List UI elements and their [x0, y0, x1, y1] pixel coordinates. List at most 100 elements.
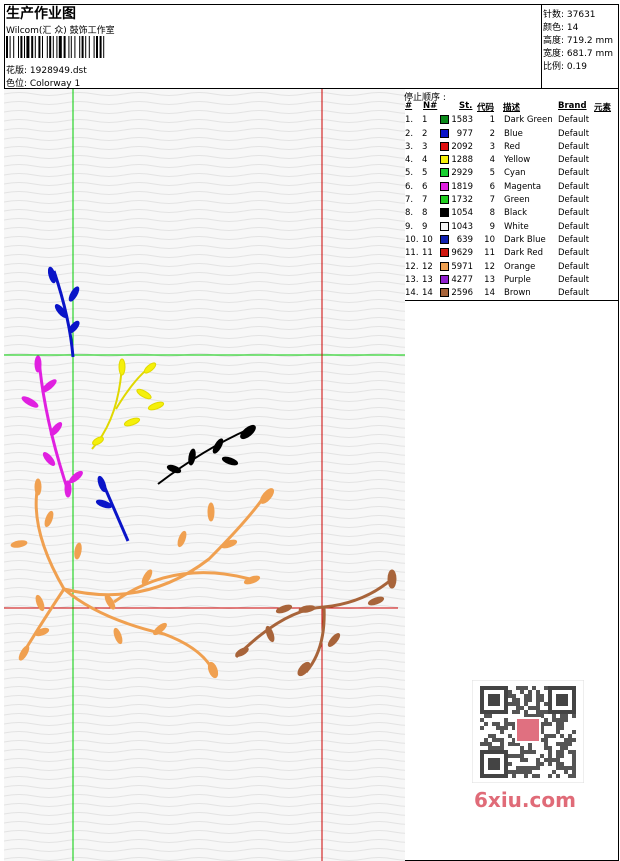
- row-brand: Default: [558, 168, 590, 179]
- qr-module: [520, 690, 524, 694]
- qr-module: [520, 758, 524, 762]
- qr-module: [548, 734, 552, 738]
- qr-module: [488, 746, 492, 750]
- color-swatch: [440, 248, 449, 258]
- row-stitches: 5971: [451, 261, 473, 272]
- row-no: 14.: [405, 288, 419, 299]
- color-swatch: [440, 168, 449, 178]
- qr-module: [568, 750, 572, 754]
- qr-module: [536, 762, 540, 766]
- design-height: 高度: 719.2 mm: [543, 36, 614, 46]
- qr-module: [524, 758, 528, 762]
- row-no: 7.: [405, 195, 414, 206]
- qr-module: [528, 750, 532, 754]
- qr-module: [500, 738, 504, 742]
- qr-module: [548, 754, 552, 758]
- row-stitches: 4277: [451, 274, 473, 285]
- color-swatch: [440, 141, 449, 151]
- barcode-bar: [85, 36, 87, 58]
- row-stitches: 9629: [451, 248, 473, 259]
- qr-module: [516, 766, 520, 770]
- qr-module: [524, 698, 528, 702]
- table-row: 5. 5 2929 5 Cyan Default: [404, 167, 618, 180]
- design-width: 宽度: 681.7 mm: [543, 49, 614, 59]
- qr-module: [568, 742, 572, 746]
- row-stitches: 977: [456, 128, 473, 139]
- row-desc: Black: [504, 208, 527, 219]
- color-swatch: [440, 208, 449, 218]
- row-brand: Default: [558, 208, 590, 219]
- qr-module: [484, 714, 488, 718]
- qr-module: [492, 734, 496, 738]
- qr-module: [520, 686, 524, 690]
- row-stitches: 1583: [451, 115, 473, 126]
- qr-module: [512, 770, 516, 774]
- table-row: 13. 13 4277 13 Purple Default: [404, 274, 618, 287]
- qr-module: [496, 722, 500, 726]
- qr-module: [488, 742, 492, 746]
- qr-module: [572, 774, 576, 778]
- color-swatch: [440, 195, 449, 205]
- row-stitches: 639: [456, 234, 473, 245]
- qr-module: [560, 742, 564, 746]
- qr-module: [516, 754, 520, 758]
- qr-module: [532, 750, 536, 754]
- barcode-bar: [31, 36, 34, 58]
- row-stitches: 2929: [451, 168, 473, 179]
- qr-module: [564, 742, 568, 746]
- row-desc: Green: [504, 195, 530, 206]
- barcode-bar: [74, 36, 76, 58]
- qr-module: [552, 734, 556, 738]
- qr-module: [572, 730, 576, 734]
- seal-logo: [515, 717, 541, 743]
- row-code: 8: [489, 208, 495, 219]
- row-code: 7: [489, 195, 495, 206]
- qr-module: [508, 734, 512, 738]
- qr-module: [532, 686, 536, 690]
- table-row: 8. 8 1054 8 Black Default: [404, 207, 618, 220]
- row-no: 9.: [405, 221, 414, 232]
- qr-module: [516, 698, 520, 702]
- qr-module: [480, 726, 484, 730]
- barcode-bar: [63, 36, 66, 58]
- row-brand: Default: [558, 115, 590, 126]
- qr-module: [556, 718, 560, 722]
- color-swatch: [440, 261, 449, 271]
- barcode-bar: [99, 36, 102, 58]
- qr-module: [512, 710, 516, 714]
- row-code: 3: [489, 141, 495, 152]
- qr-module: [512, 754, 516, 758]
- qr-module: [564, 718, 568, 722]
- row-needle: 6: [422, 181, 428, 192]
- qr-code-watermark: [472, 680, 584, 783]
- row-code: 1: [489, 115, 495, 126]
- row-needle: 11: [422, 248, 433, 259]
- qr-module: [548, 722, 552, 726]
- qr-module: [528, 746, 532, 750]
- table-row: 4. 4 1288 4 Yellow Default: [404, 154, 618, 167]
- qr-module: [552, 714, 556, 718]
- qr-module: [572, 762, 576, 766]
- qr-module: [560, 718, 564, 722]
- qr-module: [556, 750, 560, 754]
- row-code: 2: [489, 128, 495, 139]
- qr-module: [560, 766, 564, 770]
- row-needle: 3: [422, 141, 428, 152]
- qr-module: [528, 770, 532, 774]
- row-desc: Cyan: [504, 168, 526, 179]
- barcode-bar: [81, 36, 84, 58]
- qr-module: [484, 742, 488, 746]
- qr-module: [544, 702, 548, 706]
- qr-module: [488, 734, 492, 738]
- qr-module: [552, 718, 556, 722]
- barcode-bar: [34, 36, 36, 58]
- design-canvas[interactable]: [4, 89, 405, 861]
- qr-module: [548, 774, 552, 778]
- design-file: 花版: 1928949.dst: [6, 66, 87, 76]
- table-row: 3. 3 2092 3 Red Default: [404, 141, 618, 154]
- row-stitches: 2092: [451, 141, 473, 152]
- qr-module: [512, 702, 516, 706]
- qr-module: [492, 722, 496, 726]
- row-stitches: 2596: [451, 288, 473, 299]
- row-brand: Default: [558, 248, 590, 259]
